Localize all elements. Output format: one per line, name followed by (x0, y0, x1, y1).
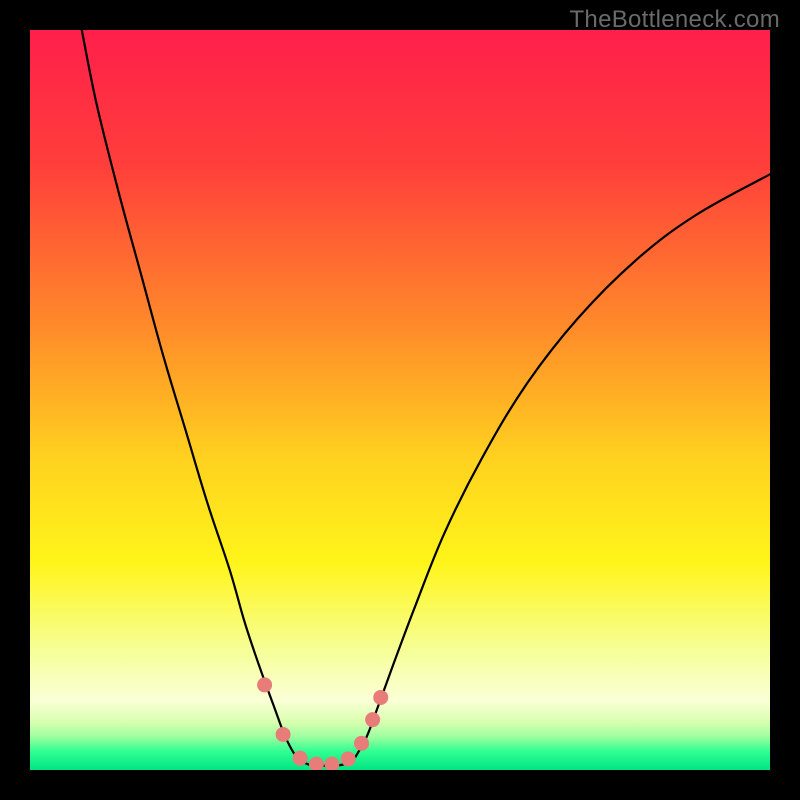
marker-point (293, 751, 308, 766)
marker-point (276, 727, 291, 742)
marker-point (365, 712, 380, 727)
marker-point (341, 751, 356, 766)
gradient-background (30, 30, 770, 770)
marker-point (373, 690, 388, 705)
marker-point (257, 677, 272, 692)
marker-point (354, 736, 369, 751)
plot-area (30, 30, 770, 770)
chart-svg (30, 30, 770, 770)
